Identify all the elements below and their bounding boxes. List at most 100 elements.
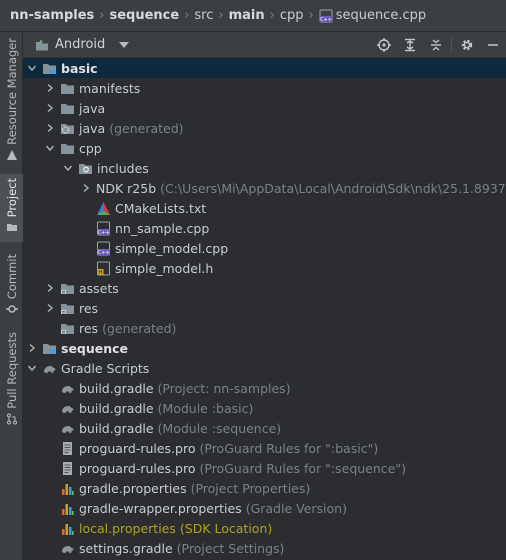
tab-resource-manager-label: Resource Manager <box>4 38 19 145</box>
tree-node-label: Gradle Scripts <box>61 360 150 376</box>
tree-node-hint: (SDK Location) <box>179 520 273 536</box>
tree-node-label: sequence <box>61 340 129 356</box>
chevron-down-icon[interactable] <box>63 163 73 173</box>
breadcrumb-item-src[interactable]: src <box>194 8 213 23</box>
cpp-icon: C++ <box>96 221 111 236</box>
chevron-down-icon[interactable] <box>27 363 37 373</box>
tree-node[interactable]: build.gradle (Project: nn-samples) <box>23 378 506 398</box>
chevron-down-icon[interactable] <box>27 63 37 73</box>
chevron-right-icon[interactable] <box>27 343 37 353</box>
locate-file-button[interactable] <box>371 32 397 58</box>
tree-node-label: java <box>79 120 106 136</box>
tree-node[interactable]: settings.gradle (Project Settings) <box>23 538 506 558</box>
tree-node[interactable]: proguard-rules.pro (ProGuard Rules for ":… <box>23 458 506 478</box>
tree-node[interactable]: gradle-wrapper.properties (Gradle Version… <box>23 498 506 518</box>
folder-icon <box>60 101 75 116</box>
tab-commit[interactable]: Commit <box>0 254 23 315</box>
gradle-icon <box>60 421 75 436</box>
folder-icon <box>60 141 75 156</box>
tree-node-label: basic <box>61 60 98 76</box>
collapse-all-button[interactable] <box>423 32 449 58</box>
breadcrumb-item-file[interactable]: C++ sequence.cpp <box>319 8 426 23</box>
tree-node-label: simple_model.h <box>115 260 214 276</box>
tree-node[interactable]: C++ nn_sample.cpp <box>23 218 506 238</box>
tree-node[interactable]: manifests <box>23 78 506 98</box>
tree-node-hint: (generated) <box>109 120 184 136</box>
text-file-icon <box>60 441 75 456</box>
tree-node-hint: (generated) <box>102 320 177 336</box>
breadcrumb-item-module[interactable]: sequence <box>109 8 179 23</box>
tree-node[interactable]: java (generated) <box>23 118 506 138</box>
tree-node-label: gradle-wrapper.properties <box>79 500 242 516</box>
project-view-selector[interactable]: Android <box>35 37 130 52</box>
tree-node[interactable]: basic <box>23 58 506 78</box>
expand-all-button[interactable] <box>397 32 423 58</box>
toolbar-separator <box>451 38 452 52</box>
tree-node-label: CMakeLists.txt <box>115 200 207 216</box>
collapse-all-icon <box>431 39 441 51</box>
tree-node[interactable]: res (generated) <box>23 318 506 338</box>
commit-icon <box>5 305 18 313</box>
tree-node[interactable]: build.gradle (Module :sequence) <box>23 418 506 438</box>
tree-node[interactable]: cpp <box>23 138 506 158</box>
gear-icon <box>461 39 473 51</box>
tree-node[interactable]: gradle.properties (Project Properties) <box>23 478 506 498</box>
panel-actions <box>371 32 506 58</box>
generated-folder-icon <box>60 121 75 136</box>
chevron-right-icon[interactable] <box>45 103 55 113</box>
options-button[interactable] <box>454 32 480 58</box>
tab-pull-requests[interactable]: Pull Requests <box>0 332 23 425</box>
chevron-right-icon[interactable] <box>81 183 91 193</box>
breadcrumb-file-label: sequence.cpp <box>335 8 427 23</box>
tab-resource-manager[interactable]: Resource Manager <box>0 38 23 161</box>
tree-node-hint: (Project Properties) <box>190 480 311 496</box>
tree-node[interactable]: Gradle Scripts <box>23 358 506 378</box>
res-folder-icon <box>60 321 75 336</box>
tree-node[interactable]: C++ simple_model.cpp <box>23 238 506 258</box>
svg-text:C++: C++ <box>320 17 332 23</box>
svg-text:H: H <box>98 270 102 276</box>
tool-window-strip: Resource Manager Project Commit Pull Req… <box>0 32 23 560</box>
gradle-icon <box>60 401 75 416</box>
tree-node[interactable]: build.gradle (Module :basic) <box>23 398 506 418</box>
tree-node[interactable]: Hsimple_model.h <box>23 258 506 278</box>
chevron-right-icon[interactable] <box>45 283 55 293</box>
tab-project-label: Project <box>4 178 19 218</box>
cpp-icon: C++ <box>96 241 111 256</box>
breadcrumb-item-main[interactable]: main <box>229 8 265 23</box>
chevron-down-icon[interactable] <box>45 143 55 153</box>
minimize-icon <box>488 44 498 46</box>
tree-node-hint: (ProGuard Rules for ":basic") <box>199 440 379 456</box>
module-folder-icon <box>42 341 57 356</box>
tree-node-hint: (Module :basic) <box>157 400 254 416</box>
chevron-right-icon[interactable] <box>45 123 55 133</box>
tab-project[interactable]: Project <box>0 174 23 242</box>
gradle-icon <box>60 541 75 556</box>
tree-node[interactable]: res <box>23 298 506 318</box>
breadcrumb-separator: › <box>308 8 314 23</box>
chevron-right-icon[interactable] <box>45 83 55 93</box>
expand-all-icon <box>405 38 415 52</box>
tree-node[interactable]: local.properties (SDK Location) <box>23 518 506 538</box>
tree-node[interactable]: proguard-rules.pro (ProGuard Rules for ":… <box>23 438 506 458</box>
tree-node[interactable]: NDK r25b (C:\Users\Mi\AppData\Local\Andro… <box>23 178 506 198</box>
hide-panel-button[interactable] <box>480 32 506 58</box>
tree-node[interactable]: includes <box>23 158 506 178</box>
tree-node-hint: (Project Settings) <box>176 540 285 556</box>
breadcrumb-item-project[interactable]: nn-samples <box>10 8 94 23</box>
tree-node-label: includes <box>97 160 149 176</box>
text-file-icon <box>60 461 75 476</box>
chevron-right-icon[interactable] <box>45 303 55 313</box>
tree-node[interactable]: assets <box>23 278 506 298</box>
tree-node-label: assets <box>79 280 119 296</box>
tree-node[interactable]: java <box>23 98 506 118</box>
tree-node-hint: (ProGuard Rules for ":sequence") <box>199 460 406 476</box>
breadcrumb-item-cpp[interactable]: cpp <box>280 8 304 23</box>
tree-node[interactable]: CMakeLists.txt <box>23 198 506 218</box>
project-tree[interactable]: basic manifests java java (generated) cpp incl… <box>23 58 506 560</box>
locate-icon <box>377 38 391 52</box>
tree-node[interactable]: sequence <box>23 338 506 358</box>
